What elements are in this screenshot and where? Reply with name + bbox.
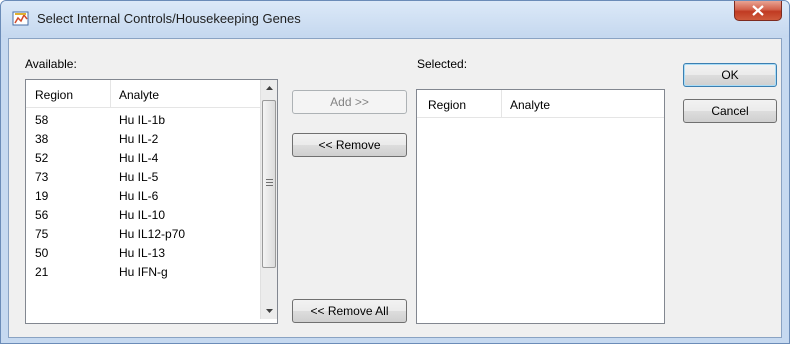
column-header-analyte[interactable]: Analyte <box>119 88 159 102</box>
region-cell: 75 <box>35 227 49 241</box>
column-header-analyte[interactable]: Analyte <box>510 98 550 112</box>
selected-label: Selected: <box>417 57 468 71</box>
available-list-header: Region Analyte <box>26 80 277 108</box>
available-label: Available: <box>25 57 77 71</box>
region-cell: 73 <box>35 170 49 184</box>
thumb-grip-icon <box>266 179 273 188</box>
analyte-cell: Hu IL-5 <box>119 170 159 184</box>
analyte-cell: Hu IFN-g <box>119 265 168 279</box>
analyte-cell: Hu IL-4 <box>119 151 159 165</box>
analyte-cell: Hu IL-2 <box>119 132 159 146</box>
scrollbar-thumb[interactable] <box>262 100 276 268</box>
close-button[interactable] <box>734 1 782 21</box>
region-cell: 58 <box>35 113 49 127</box>
selected-list[interactable]: Region Analyte <box>416 89 665 324</box>
region-cell: 19 <box>35 189 49 203</box>
remove-all-button-label: << Remove All <box>310 304 389 318</box>
selected-list-header: Region Analyte <box>417 90 664 118</box>
remove-button[interactable]: << Remove <box>292 133 407 157</box>
scroll-down-button[interactable] <box>261 302 277 319</box>
list-item[interactable]: 58 Hu IL-1b <box>26 111 277 130</box>
title-bar[interactable]: Select Internal Controls/Housekeeping Ge… <box>1 1 789 37</box>
window-title: Select Internal Controls/Housekeeping Ge… <box>37 11 301 26</box>
list-item[interactable]: 50 Hu IL-13 <box>26 244 277 263</box>
scroll-up-button[interactable] <box>261 80 277 97</box>
analyte-cell: Hu IL-1b <box>119 113 166 127</box>
region-cell: 21 <box>35 265 49 279</box>
list-item[interactable]: 56 Hu IL-10 <box>26 206 277 225</box>
analyte-cell: Hu IL12-p70 <box>119 227 186 241</box>
column-header-region[interactable]: Region <box>35 88 73 102</box>
list-item[interactable]: 75 Hu IL12-p70 <box>26 225 277 244</box>
add-button[interactable]: Add >> <box>292 90 407 114</box>
analyte-cell: Hu IL-10 <box>119 208 166 222</box>
analyte-cell: Hu IL-6 <box>119 189 159 203</box>
list-item[interactable]: 38 Hu IL-2 <box>26 130 277 149</box>
close-icon <box>752 5 764 16</box>
dialog-client-area: Available: Region Analyte 58 Hu IL-1b 38 H… <box>8 38 782 338</box>
add-button-label: Add >> <box>330 95 369 109</box>
vertical-scrollbar[interactable] <box>260 80 277 319</box>
list-item[interactable]: 19 Hu IL-6 <box>26 187 277 206</box>
scroll-up-arrow-icon <box>266 86 273 90</box>
cancel-button[interactable]: Cancel <box>683 99 777 123</box>
analyte-cell: Hu IL-13 <box>119 246 166 260</box>
app-icon <box>12 11 29 26</box>
dialog-window: Select Internal Controls/Housekeeping Ge… <box>0 0 790 344</box>
column-header-region[interactable]: Region <box>428 98 466 112</box>
list-item[interactable]: 73 Hu IL-5 <box>26 168 277 187</box>
scroll-down-arrow-icon <box>266 309 273 313</box>
region-cell: 52 <box>35 151 49 165</box>
list-item[interactable]: 21 Hu IFN-g <box>26 263 277 282</box>
list-item[interactable]: 52 Hu IL-4 <box>26 149 277 168</box>
ok-button[interactable]: OK <box>683 63 777 87</box>
region-cell: 38 <box>35 132 49 146</box>
ok-button-label: OK <box>721 68 739 82</box>
available-list[interactable]: Region Analyte 58 Hu IL-1b 38 Hu IL-2 52 Hu… <box>25 79 278 324</box>
region-cell: 50 <box>35 246 49 260</box>
remove-button-label: << Remove <box>318 138 381 152</box>
cancel-button-label: Cancel <box>711 104 749 118</box>
remove-all-button[interactable]: << Remove All <box>292 299 407 323</box>
region-cell: 56 <box>35 208 49 222</box>
